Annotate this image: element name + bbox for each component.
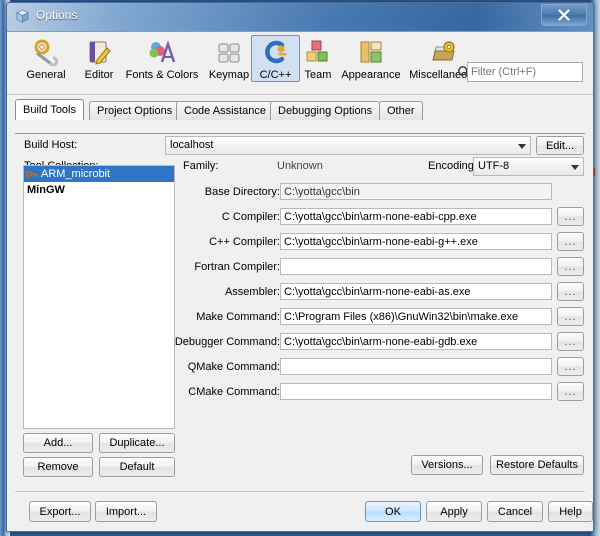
fortran-compiler-browse-button[interactable]: ... xyxy=(557,257,584,276)
assembler-label: Assembler: xyxy=(224,286,280,298)
keyboard-icon xyxy=(203,37,255,67)
key-icon xyxy=(26,170,38,178)
cmake-command-browse-button[interactable]: ... xyxy=(557,382,584,401)
cpp-compiler-label: C++ Compiler: xyxy=(209,236,280,248)
toolbar-item-label: General xyxy=(26,69,66,81)
default-button[interactable]: Default xyxy=(99,457,175,477)
tab-project-options[interactable]: Project Options xyxy=(89,101,181,120)
encoding-label: Encoding: xyxy=(428,160,477,172)
chevron-down-icon xyxy=(571,165,579,170)
make-command-label: Make Command: xyxy=(196,311,280,323)
team-boxes-icon xyxy=(298,37,338,67)
encoding-value: UTF-8 xyxy=(478,160,510,172)
qmake-command-browse-button[interactable]: ... xyxy=(557,357,584,376)
build-host-combo[interactable]: localhost xyxy=(165,136,531,155)
fonts-colors-icon xyxy=(121,37,203,67)
help-button[interactable]: Help xyxy=(548,501,593,522)
fortran-compiler-field[interactable] xyxy=(280,258,552,275)
qmake-command-label: QMake Command: xyxy=(187,361,280,373)
chevron-down-icon xyxy=(518,144,526,149)
ok-button[interactable]: OK xyxy=(365,501,421,522)
remove-button[interactable]: Remove xyxy=(23,457,93,477)
toolbar-item-keymap[interactable]: Keymap xyxy=(199,35,259,82)
assembler-browse-button[interactable]: ... xyxy=(557,282,584,301)
toolbar-item-general[interactable]: General xyxy=(11,35,81,82)
family-value: Unknown xyxy=(277,160,323,172)
edit-button[interactable]: Edit... xyxy=(536,136,584,155)
close-button[interactable] xyxy=(541,4,587,26)
export-button[interactable]: Export... xyxy=(29,501,91,522)
qmake-command-field[interactable] xyxy=(280,358,552,375)
cube-icon xyxy=(16,9,29,23)
toolbar-item-label: Editor xyxy=(84,69,114,81)
toolbar-item-label: C/C++ xyxy=(259,69,292,81)
cmake-command-field[interactable] xyxy=(280,383,552,400)
close-icon xyxy=(558,9,570,21)
list-item[interactable]: ARM_microbit xyxy=(24,166,174,182)
toolbar-item-appearance[interactable]: Appearance xyxy=(334,35,408,82)
tab-debugging-options[interactable]: Debugging Options xyxy=(270,101,381,120)
settings-tab-strip: Build Tools Project Options Code Assista… xyxy=(15,99,593,121)
title-bar[interactable]: Options xyxy=(7,3,593,32)
tab-build-tools[interactable]: Build Tools xyxy=(15,99,84,120)
make-command-browse-button[interactable]: ... xyxy=(557,307,584,326)
base-directory-field[interactable]: C:\yotta\gcc\bin xyxy=(280,183,552,200)
toolbar-item-label: Appearance xyxy=(341,69,401,81)
cmake-command-label: CMake Command: xyxy=(188,386,280,398)
appearance-panels-icon xyxy=(338,37,404,67)
fortran-compiler-label: Fortran Compiler: xyxy=(194,261,280,273)
list-item-label: MinGW xyxy=(27,184,65,196)
tab-other[interactable]: Other xyxy=(379,101,423,120)
encoding-combo[interactable]: UTF-8 xyxy=(473,157,584,176)
tab-code-assistance[interactable]: Code Assistance xyxy=(176,101,274,120)
versions-button[interactable]: Versions... xyxy=(411,455,483,475)
base-directory-label: Base Directory: xyxy=(204,186,280,198)
build-host-value: localhost xyxy=(170,139,214,151)
duplicate-button[interactable]: Duplicate... xyxy=(99,433,175,453)
cpp-compiler-field[interactable]: C:\yotta\gcc\bin\arm-none-eabi-g++.exe xyxy=(280,233,552,250)
gear-wrench-icon xyxy=(15,37,77,67)
options-category-toolbar: General Editor Fonts & Colors Keymap C/C… xyxy=(7,32,593,95)
restore-defaults-button[interactable]: Restore Defaults xyxy=(490,455,584,475)
cancel-button[interactable]: Cancel xyxy=(487,501,543,522)
c-compiler-browse-button[interactable]: ... xyxy=(557,207,584,226)
apply-button[interactable]: Apply xyxy=(426,501,482,522)
assembler-field[interactable]: C:\yotta\gcc\bin\arm-none-eabi-as.exe xyxy=(280,283,552,300)
toolbar-item-label: Team xyxy=(304,69,332,81)
book-pencil-icon xyxy=(77,37,121,67)
make-command-field[interactable]: C:\Program Files (x86)\GnuWin32\bin\make… xyxy=(280,308,552,325)
debugger-command-field[interactable]: C:\yotta\gcc\bin\arm-none-eabi-gdb.exe xyxy=(280,333,552,350)
c-compiler-field[interactable]: C:\yotta\gcc\bin\arm-none-eabi-cpp.exe xyxy=(280,208,552,225)
build-host-label: Build Host: xyxy=(24,139,78,151)
add-button[interactable]: Add... xyxy=(23,433,93,453)
debugger-command-label: Debugger Command: xyxy=(174,336,280,348)
family-label: Family: xyxy=(183,160,219,172)
debugger-command-browse-button[interactable]: ... xyxy=(557,332,584,351)
toolbar-item-fonts-colors[interactable]: Fonts & Colors xyxy=(117,35,207,82)
list-item-label: ARM_microbit xyxy=(41,168,111,180)
title-bar-gradient xyxy=(7,3,593,31)
toolbar-item-label: Keymap xyxy=(208,69,250,81)
build-tools-panel: Build Host: localhost Edit... Tool Colle… xyxy=(15,133,584,483)
toolbar-item-cpp[interactable]: C/C++ xyxy=(251,35,300,82)
c-compiler-label: C Compiler: xyxy=(221,211,280,223)
dialog-footer: Export... Import... OK Apply Cancel Help xyxy=(7,492,593,531)
filter-input[interactable] xyxy=(467,62,583,82)
toolbar-item-label: Fonts & Colors xyxy=(125,69,199,81)
cpp-icon xyxy=(255,37,296,67)
window-title: Options xyxy=(36,8,78,22)
cpp-compiler-browse-button[interactable]: ... xyxy=(557,232,584,251)
options-dialog: Options General Editor Fonts & Colors Ke… xyxy=(6,2,594,532)
import-button[interactable]: Import... xyxy=(95,501,157,522)
